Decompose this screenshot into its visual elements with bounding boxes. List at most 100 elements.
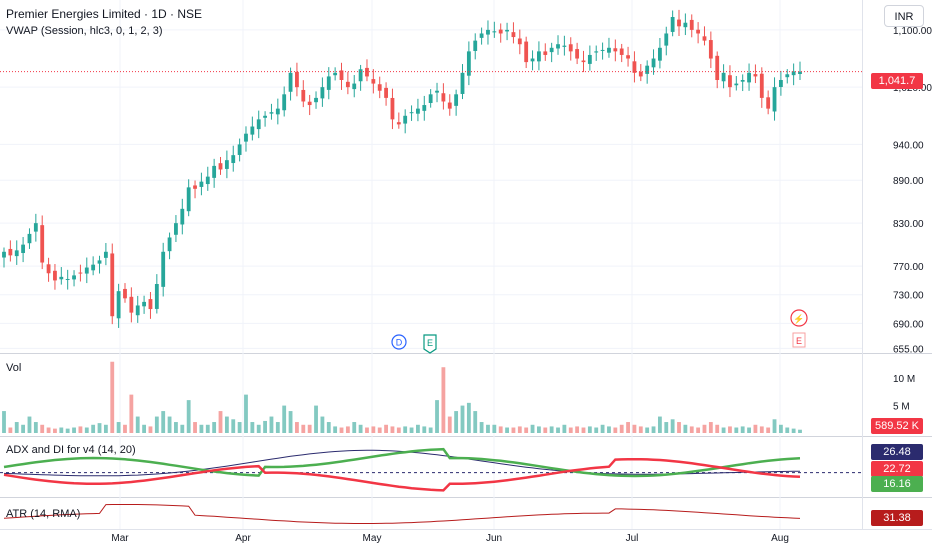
candle-body	[689, 19, 694, 30]
candle-body	[218, 163, 223, 170]
candle-body	[390, 97, 395, 120]
volume-bar	[97, 423, 102, 433]
volume-bar	[212, 422, 217, 433]
volume-bar	[224, 416, 229, 433]
candle-body	[21, 244, 26, 254]
symbol-title[interactable]: Premier Energies Limited · 1D · NSE	[6, 7, 202, 21]
volume-bar	[505, 427, 509, 433]
adx-pane-label[interactable]: ADX and DI for v4 (14, 20)	[6, 444, 136, 456]
volume-tick-label: 5 M	[893, 402, 910, 413]
candle-body	[161, 251, 166, 287]
candle-body	[747, 72, 751, 83]
candle-body	[696, 29, 701, 34]
volume-bar	[396, 427, 401, 433]
candle-body	[460, 72, 465, 94]
candle-body	[59, 276, 64, 280]
candle-body	[657, 47, 662, 61]
candle-body	[244, 133, 248, 142]
candle-body	[435, 90, 439, 93]
candle-body	[479, 33, 484, 38]
volume-bar	[556, 427, 560, 433]
atr-pane-label[interactable]: ATR (14, RMA)	[6, 508, 80, 520]
volume-bar	[46, 427, 51, 433]
candle-body	[715, 55, 720, 80]
di-minus-value-badge: 22.72	[871, 461, 923, 477]
volume-bar	[549, 426, 554, 433]
volume-bar	[473, 411, 478, 433]
candle-body	[728, 75, 732, 88]
candle-body	[263, 115, 267, 118]
volume-bar	[148, 426, 153, 433]
volume-bar	[2, 411, 6, 433]
volume-bar	[607, 426, 611, 433]
candle-body	[568, 44, 573, 52]
volume-bar	[632, 424, 637, 433]
candle-body	[333, 72, 338, 76]
atr-line	[3, 504, 801, 524]
volume-bar	[301, 424, 306, 433]
candle-body	[492, 31, 497, 33]
volume-bar	[587, 426, 592, 433]
volume-bar	[21, 424, 26, 433]
candle-body	[307, 101, 312, 106]
volume-bar	[345, 426, 350, 433]
candle-body	[626, 55, 630, 59]
candle-body	[275, 108, 280, 115]
volume-bar	[594, 427, 599, 433]
volume-bar	[282, 405, 287, 433]
volume-bar	[728, 426, 732, 433]
candle-body	[454, 94, 459, 106]
atr-value-badge: 31.38	[871, 510, 923, 526]
candle-body	[377, 84, 382, 91]
volume-bar	[320, 416, 325, 433]
candle-body	[498, 29, 503, 34]
volume-bar	[8, 427, 13, 433]
volume-bar	[193, 422, 197, 433]
candle-body	[40, 225, 45, 263]
volume-pane-label[interactable]: Vol	[6, 362, 21, 374]
candle-body	[473, 40, 478, 51]
volume-bar	[486, 424, 490, 433]
last-price-badge: 1,041.7	[871, 73, 923, 89]
volume-bar	[72, 427, 76, 433]
candle-body	[524, 41, 529, 63]
candle-body	[543, 51, 548, 55]
volume-bar	[657, 416, 662, 433]
volume-bar	[581, 427, 586, 433]
volume-bar	[135, 416, 140, 433]
candle-body	[702, 36, 707, 41]
candle-body	[664, 33, 669, 46]
volume-bar	[422, 426, 427, 433]
candle-body	[517, 38, 522, 45]
volume-bar	[568, 427, 573, 433]
price-tick-label: 770.00	[893, 262, 924, 273]
volume-bar	[116, 422, 121, 433]
volume-bar	[721, 427, 726, 433]
volume-bar	[123, 424, 127, 433]
volume-bar	[575, 426, 580, 433]
volume-bar	[154, 416, 159, 433]
volume-bar	[110, 361, 115, 433]
volume-bar	[683, 424, 688, 433]
volume-bar	[759, 426, 764, 433]
chart-canvas[interactable]: 1,100.001,020.00940.00890.00830.00770.00…	[0, 0, 932, 550]
candle-body	[651, 58, 656, 68]
volume-last-badge: 589.52 K	[871, 418, 923, 434]
volume-bar	[339, 427, 344, 433]
volume-bar	[371, 426, 376, 433]
volume-bar	[218, 411, 223, 433]
volume-bar	[524, 427, 529, 433]
candle-body	[607, 47, 611, 53]
volume-bar	[244, 394, 248, 433]
di-plus-value-badge: 16.16	[871, 476, 923, 492]
candle-body	[632, 61, 637, 73]
candle-body	[670, 17, 675, 32]
split-event-glyph: ⚡	[793, 313, 804, 325]
candle-body	[759, 73, 764, 98]
volume-bar	[53, 428, 57, 433]
candle-body	[549, 47, 554, 53]
currency-button[interactable]: INR	[884, 5, 924, 27]
vwap-indicator-label[interactable]: VWAP (Session, hlc3, 0, 1, 2, 3)	[6, 25, 163, 37]
candle-body	[326, 76, 331, 90]
candle-body	[205, 176, 210, 185]
